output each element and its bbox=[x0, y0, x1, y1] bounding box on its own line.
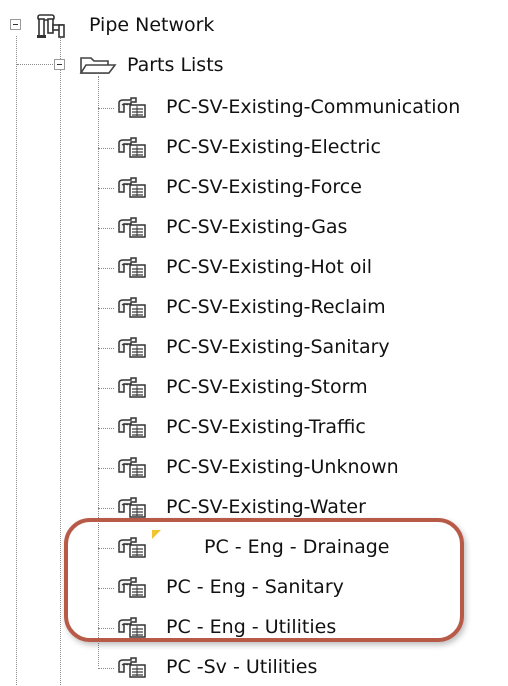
collapse-toggle-pipe-network[interactable] bbox=[10, 19, 21, 30]
tree-item-parts-list-9[interactable]: PC-SV-Existing-Traffic bbox=[0, 406, 508, 446]
parts-list-icon bbox=[118, 417, 146, 438]
tree-branch bbox=[98, 388, 114, 389]
parts-list-icon bbox=[118, 177, 146, 198]
parts-lists-label[interactable]: Parts Lists bbox=[127, 54, 224, 76]
tree-branch bbox=[98, 228, 114, 229]
tree-item-parts-list-15[interactable]: PC -Sv - Utilities bbox=[0, 646, 508, 686]
tree-item-parts-list-4[interactable]: PC-SV-Existing-Gas bbox=[0, 206, 508, 246]
parts-list-label: PC-SV-Existing-Electric bbox=[166, 136, 381, 158]
parts-list-label: PC-SV-Existing-Water bbox=[166, 496, 366, 518]
parts-list-icon bbox=[118, 377, 146, 398]
tree-item-parts-list-6[interactable]: PC-SV-Existing-Reclaim bbox=[0, 286, 508, 326]
tree-item-parts-list-10[interactable]: PC-SV-Existing-Unknown bbox=[0, 446, 508, 486]
tree-branch bbox=[98, 268, 114, 269]
tree-branch bbox=[98, 508, 114, 509]
tree-branch bbox=[98, 148, 114, 149]
parts-list-label: PC-SV-Existing-Gas bbox=[166, 216, 348, 238]
parts-list-label: PC-SV-Existing-Hot oil bbox=[166, 256, 373, 278]
parts-list-icon bbox=[118, 257, 146, 278]
parts-list-label: PC-SV-Existing-Reclaim bbox=[166, 296, 386, 318]
parts-list-icon bbox=[118, 137, 146, 158]
tree-branch bbox=[17, 64, 55, 65]
parts-list-icon bbox=[118, 657, 146, 678]
parts-list-icon bbox=[118, 337, 146, 358]
open-folder-icon bbox=[79, 57, 117, 74]
tree-item-parts-list-1[interactable]: PC-SV-Existing-Communication bbox=[0, 86, 508, 126]
tree-branch bbox=[98, 188, 114, 189]
tree-item-parts-list-3[interactable]: PC-SV-Existing-Force bbox=[0, 166, 508, 206]
parts-list-icon bbox=[118, 97, 146, 118]
tree-branch bbox=[98, 468, 114, 469]
parts-list-icon bbox=[118, 217, 146, 238]
parts-list-label: PC-SV-Existing-Communication bbox=[166, 96, 461, 118]
parts-list-icon bbox=[118, 497, 146, 518]
pipe-network-icon bbox=[37, 14, 65, 38]
parts-list-label: PC -Sv - Utilities bbox=[166, 656, 318, 678]
tree-branch bbox=[98, 108, 114, 109]
parts-list-label: PC-SV-Existing-Unknown bbox=[166, 456, 399, 478]
pipe-network-label[interactable]: Pipe Network bbox=[89, 14, 214, 36]
parts-list-label: PC-SV-Existing-Traffic bbox=[166, 416, 366, 438]
parts-list-label: PC-SV-Existing-Storm bbox=[166, 376, 368, 398]
tree-branch bbox=[98, 348, 114, 349]
tree-item-parts-list-5[interactable]: PC-SV-Existing-Hot oil bbox=[0, 246, 508, 286]
collapse-toggle-parts-lists[interactable] bbox=[54, 59, 65, 70]
tree-branch bbox=[98, 428, 114, 429]
tree-item-parts-list-8[interactable]: PC-SV-Existing-Storm bbox=[0, 366, 508, 406]
prospector-tree: Pipe Network Parts Lists PC-SV-Existing-… bbox=[0, 0, 508, 685]
highlight-outline bbox=[64, 518, 464, 642]
tree-item-parts-list-2[interactable]: PC-SV-Existing-Electric bbox=[0, 126, 508, 166]
tree-item-parts-list-7[interactable]: PC-SV-Existing-Sanitary bbox=[0, 326, 508, 366]
parts-list-icon bbox=[118, 457, 146, 478]
tree-branch bbox=[98, 308, 114, 309]
parts-list-label: PC-SV-Existing-Sanitary bbox=[166, 336, 390, 358]
parts-list-label: PC-SV-Existing-Force bbox=[166, 176, 362, 198]
parts-list-icon bbox=[118, 297, 146, 318]
tree-branch bbox=[98, 668, 114, 669]
